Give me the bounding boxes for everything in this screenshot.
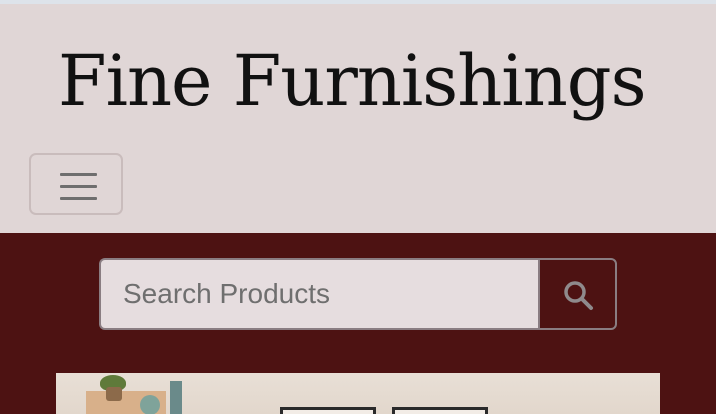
brand-logo-text[interactable]: Fine Furnishings [58,40,647,122]
picture-frame [280,407,376,414]
books-illustration [170,381,182,414]
search-icon [564,281,593,310]
menu-toggle-button[interactable] [29,153,123,215]
search-input[interactable] [99,258,539,330]
picture-frame [392,407,488,414]
search-button[interactable] [538,258,617,330]
vase-illustration [140,395,160,414]
plant-pot-illustration [106,387,122,401]
search-band [0,233,716,414]
site-header: Fine Furnishings [0,4,716,233]
hero-image [56,373,660,414]
